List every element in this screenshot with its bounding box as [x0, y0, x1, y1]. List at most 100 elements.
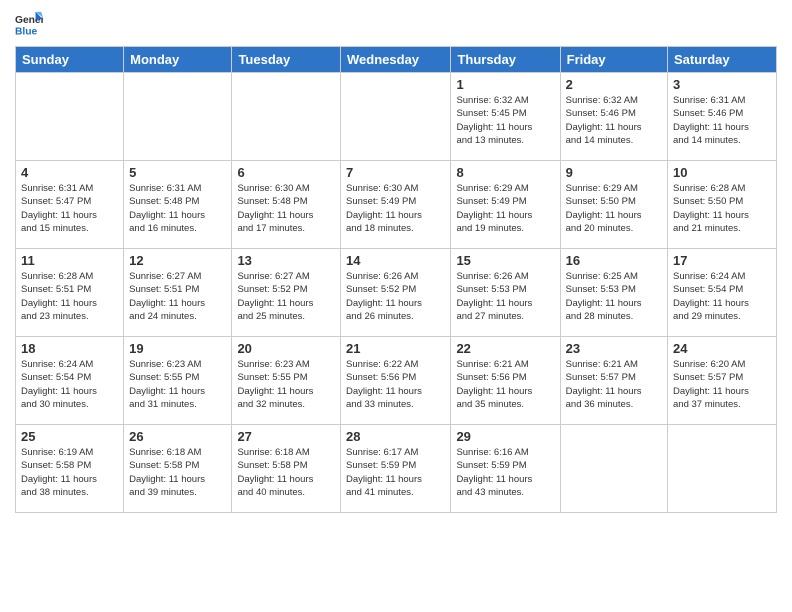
day-number: 16 [566, 253, 662, 268]
day-info: Sunrise: 6:25 AM Sunset: 5:53 PM Dayligh… [566, 270, 662, 323]
day-number: 6 [237, 165, 335, 180]
day-info: Sunrise: 6:24 AM Sunset: 5:54 PM Dayligh… [21, 358, 118, 411]
day-info: Sunrise: 6:30 AM Sunset: 5:48 PM Dayligh… [237, 182, 335, 235]
calendar-cell: 19Sunrise: 6:23 AM Sunset: 5:55 PM Dayli… [124, 337, 232, 425]
day-info: Sunrise: 6:32 AM Sunset: 5:46 PM Dayligh… [566, 94, 662, 147]
calendar-cell: 23Sunrise: 6:21 AM Sunset: 5:57 PM Dayli… [560, 337, 667, 425]
day-info: Sunrise: 6:26 AM Sunset: 5:53 PM Dayligh… [456, 270, 554, 323]
day-info: Sunrise: 6:21 AM Sunset: 5:57 PM Dayligh… [566, 358, 662, 411]
calendar-cell: 3 Sunrise: 6:31 AM Sunset: 5:46 PM Daylig… [668, 73, 777, 161]
calendar-cell: 7Sunrise: 6:30 AM Sunset: 5:49 PM Daylig… [341, 161, 451, 249]
svg-text:Blue: Blue [15, 26, 38, 37]
calendar-cell: 26Sunrise: 6:18 AM Sunset: 5:58 PM Dayli… [124, 425, 232, 513]
calendar-cell: 15 Sunrise: 6:26 AM Sunset: 5:53 PM Dayli… [451, 249, 560, 337]
day-info: Sunrise: 6:28 AM Sunset: 5:51 PM Dayligh… [21, 270, 118, 323]
calendar-cell: 14 Sunrise: 6:26 AM Sunset: 5:52 PM Dayli… [341, 249, 451, 337]
day-number: 15 [456, 253, 554, 268]
calendar-cell: 28 Sunrise: 6:17 AM Sunset: 5:59 PM Dayli… [341, 425, 451, 513]
day-number: 2 [566, 77, 662, 92]
day-info: Sunrise: 6:29 AM Sunset: 5:49 PM Dayligh… [456, 182, 554, 235]
logo: General Blue [15, 10, 47, 38]
calendar-cell: 1 Sunrise: 6:32 AM Sunset: 5:45 PM Daylig… [451, 73, 560, 161]
calendar-cell: 10 Sunrise: 6:28 AM Sunset: 5:50 PM Dayli… [668, 161, 777, 249]
weekday-header-saturday: Saturday [668, 47, 777, 73]
day-number: 27 [237, 429, 335, 444]
calendar-cell: 17 Sunrise: 6:24 AM Sunset: 5:54 PM Dayli… [668, 249, 777, 337]
calendar-cell [124, 73, 232, 161]
weekday-header-sunday: Sunday [16, 47, 124, 73]
calendar-cell [232, 73, 341, 161]
day-number: 11 [21, 253, 118, 268]
calendar-cell: 9Sunrise: 6:29 AM Sunset: 5:50 PM Daylig… [560, 161, 667, 249]
calendar-cell: 27 Sunrise: 6:18 AM Sunset: 5:58 PM Dayli… [232, 425, 341, 513]
calendar-week-row: 11 Sunrise: 6:28 AM Sunset: 5:51 PM Dayli… [16, 249, 777, 337]
calendar-cell: 13 Sunrise: 6:27 AM Sunset: 5:52 PM Dayli… [232, 249, 341, 337]
day-info: Sunrise: 6:24 AM Sunset: 5:54 PM Dayligh… [673, 270, 771, 323]
day-info: Sunrise: 6:18 AM Sunset: 5:58 PM Dayligh… [129, 446, 226, 499]
day-number: 4 [21, 165, 118, 180]
day-number: 14 [346, 253, 445, 268]
day-number: 18 [21, 341, 118, 356]
day-info: Sunrise: 6:20 AM Sunset: 5:57 PM Dayligh… [673, 358, 771, 411]
day-info: Sunrise: 6:16 AM Sunset: 5:59 PM Dayligh… [456, 446, 554, 499]
calendar-cell [560, 425, 667, 513]
day-info: Sunrise: 6:32 AM Sunset: 5:45 PM Dayligh… [456, 94, 554, 147]
page-header: General Blue [15, 10, 777, 38]
day-number: 22 [456, 341, 554, 356]
calendar-body: 1 Sunrise: 6:32 AM Sunset: 5:45 PM Daylig… [16, 73, 777, 513]
day-info: Sunrise: 6:27 AM Sunset: 5:52 PM Dayligh… [237, 270, 335, 323]
weekday-header-row: SundayMondayTuesdayWednesdayThursdayFrid… [16, 47, 777, 73]
weekday-header-thursday: Thursday [451, 47, 560, 73]
weekday-header-wednesday: Wednesday [341, 47, 451, 73]
day-info: Sunrise: 6:26 AM Sunset: 5:52 PM Dayligh… [346, 270, 445, 323]
calendar-cell: 6 Sunrise: 6:30 AM Sunset: 5:48 PM Daylig… [232, 161, 341, 249]
calendar-cell: 18 Sunrise: 6:24 AM Sunset: 5:54 PM Dayli… [16, 337, 124, 425]
day-info: Sunrise: 6:18 AM Sunset: 5:58 PM Dayligh… [237, 446, 335, 499]
calendar-week-row: 4Sunrise: 6:31 AM Sunset: 5:47 PM Daylig… [16, 161, 777, 249]
day-number: 10 [673, 165, 771, 180]
calendar-cell: 25 Sunrise: 6:19 AM Sunset: 5:58 PM Dayli… [16, 425, 124, 513]
weekday-header-monday: Monday [124, 47, 232, 73]
day-info: Sunrise: 6:31 AM Sunset: 5:46 PM Dayligh… [673, 94, 771, 147]
day-number: 17 [673, 253, 771, 268]
day-info: Sunrise: 6:23 AM Sunset: 5:55 PM Dayligh… [237, 358, 335, 411]
day-number: 25 [21, 429, 118, 444]
calendar-cell: 4Sunrise: 6:31 AM Sunset: 5:47 PM Daylig… [16, 161, 124, 249]
day-number: 29 [456, 429, 554, 444]
day-number: 12 [129, 253, 226, 268]
logo-icon: General Blue [15, 10, 43, 38]
calendar-table: SundayMondayTuesdayWednesdayThursdayFrid… [15, 46, 777, 513]
day-info: Sunrise: 6:17 AM Sunset: 5:59 PM Dayligh… [346, 446, 445, 499]
weekday-header-tuesday: Tuesday [232, 47, 341, 73]
day-number: 19 [129, 341, 226, 356]
day-info: Sunrise: 6:19 AM Sunset: 5:58 PM Dayligh… [21, 446, 118, 499]
day-info: Sunrise: 6:21 AM Sunset: 5:56 PM Dayligh… [456, 358, 554, 411]
day-info: Sunrise: 6:31 AM Sunset: 5:48 PM Dayligh… [129, 182, 226, 235]
day-number: 24 [673, 341, 771, 356]
day-number: 3 [673, 77, 771, 92]
calendar-header: SundayMondayTuesdayWednesdayThursdayFrid… [16, 47, 777, 73]
calendar-cell: 2 Sunrise: 6:32 AM Sunset: 5:46 PM Daylig… [560, 73, 667, 161]
calendar-cell: 22 Sunrise: 6:21 AM Sunset: 5:56 PM Dayli… [451, 337, 560, 425]
calendar-cell: 21Sunrise: 6:22 AM Sunset: 5:56 PM Dayli… [341, 337, 451, 425]
day-info: Sunrise: 6:28 AM Sunset: 5:50 PM Dayligh… [673, 182, 771, 235]
day-number: 13 [237, 253, 335, 268]
calendar-cell [341, 73, 451, 161]
calendar-cell [16, 73, 124, 161]
calendar-cell: 24 Sunrise: 6:20 AM Sunset: 5:57 PM Dayli… [668, 337, 777, 425]
calendar-cell: 12 Sunrise: 6:27 AM Sunset: 5:51 PM Dayli… [124, 249, 232, 337]
calendar-cell [668, 425, 777, 513]
day-info: Sunrise: 6:29 AM Sunset: 5:50 PM Dayligh… [566, 182, 662, 235]
calendar-week-row: 18 Sunrise: 6:24 AM Sunset: 5:54 PM Dayli… [16, 337, 777, 425]
day-number: 1 [456, 77, 554, 92]
day-number: 8 [456, 165, 554, 180]
day-info: Sunrise: 6:27 AM Sunset: 5:51 PM Dayligh… [129, 270, 226, 323]
day-number: 20 [237, 341, 335, 356]
day-number: 28 [346, 429, 445, 444]
day-number: 7 [346, 165, 445, 180]
day-number: 5 [129, 165, 226, 180]
calendar-cell: 16 Sunrise: 6:25 AM Sunset: 5:53 PM Dayli… [560, 249, 667, 337]
calendar-cell: 5 Sunrise: 6:31 AM Sunset: 5:48 PM Daylig… [124, 161, 232, 249]
weekday-header-friday: Friday [560, 47, 667, 73]
calendar-cell: 11 Sunrise: 6:28 AM Sunset: 5:51 PM Dayli… [16, 249, 124, 337]
